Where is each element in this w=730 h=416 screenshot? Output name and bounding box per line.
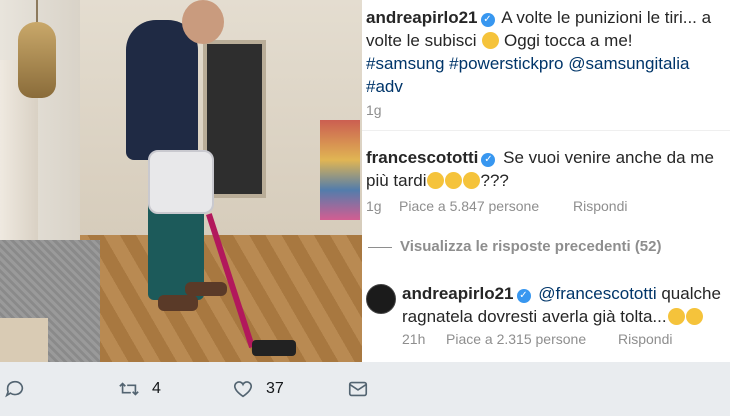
vacuum-cleaner [148, 150, 214, 214]
post-photo [0, 0, 362, 362]
avatar[interactable] [366, 284, 396, 314]
comment-likes[interactable]: Piace a 5.847 persone [399, 198, 539, 214]
laughing-emoji-icon [482, 32, 500, 49]
grimace-emoji-icon [463, 172, 481, 189]
comment-username[interactable]: francescototti [366, 148, 478, 167]
view-replies-link[interactable]: Visualizza le risposte precedenti (52) [400, 238, 662, 255]
like-count: 37 [266, 380, 284, 397]
verified-badge-icon: ✓ [516, 289, 531, 303]
grimace-emoji-icon [427, 172, 445, 189]
reply-comment: andreapirlo21 ✓ @francescototti qualche r… [402, 282, 724, 328]
comment: francescototti ✓ Se vuoi venire anche da … [366, 146, 724, 192]
comment-reply-button[interactable]: Rispondi [573, 198, 627, 214]
comment-icon [5, 380, 24, 398]
reply-button[interactable] [4, 378, 26, 400]
tweet-action-bar: 4 37 [0, 362, 730, 416]
reply-likes[interactable]: Piace a 2.315 persone [446, 331, 586, 347]
retweet-button[interactable]: 4 [118, 378, 161, 400]
caption-time: 1g [366, 102, 382, 118]
mention[interactable]: @samsungitalia [568, 54, 689, 73]
comments-panel: andreapirlo21 ✓ A volte le punizioni le t… [362, 0, 730, 362]
hashtag[interactable]: #powerstickpro [449, 54, 563, 73]
heart-icon [233, 381, 253, 398]
reply-username[interactable]: andreapirlo21 [402, 284, 514, 303]
hashtag[interactable]: #adv [366, 77, 403, 96]
mail-icon [348, 381, 368, 397]
share-button[interactable] [347, 378, 369, 400]
like-button[interactable]: 37 [232, 378, 284, 400]
reply-time: 21h [402, 331, 426, 347]
comment-time: 1g [366, 198, 382, 214]
instagram-screenshot-card: andreapirlo21 ✓ A volte le punizioni le t… [0, 0, 730, 362]
laughing-emoji-icon [667, 308, 685, 325]
laughing-emoji-icon [685, 308, 703, 325]
divider [362, 130, 730, 131]
post-caption: andreapirlo21 ✓ A volte le punizioni le t… [366, 6, 724, 122]
caption-text-2: Oggi tocca a me! [499, 31, 633, 50]
verified-badge-icon: ✓ [480, 13, 495, 27]
reply-reply-button[interactable]: Rispondi [618, 331, 672, 347]
verified-badge-icon: ✓ [481, 153, 496, 167]
lamp-icon [18, 22, 56, 98]
retweet-count: 4 [152, 380, 161, 397]
comment-text-suffix: ??? [480, 171, 509, 190]
grimace-emoji-icon [445, 172, 463, 189]
hashtag[interactable]: #samsung [366, 54, 444, 73]
retweet-icon [119, 382, 139, 396]
reply-mention[interactable]: @francescototti [538, 284, 656, 303]
caption-username[interactable]: andreapirlo21 [366, 8, 478, 27]
divider-line [368, 247, 392, 248]
